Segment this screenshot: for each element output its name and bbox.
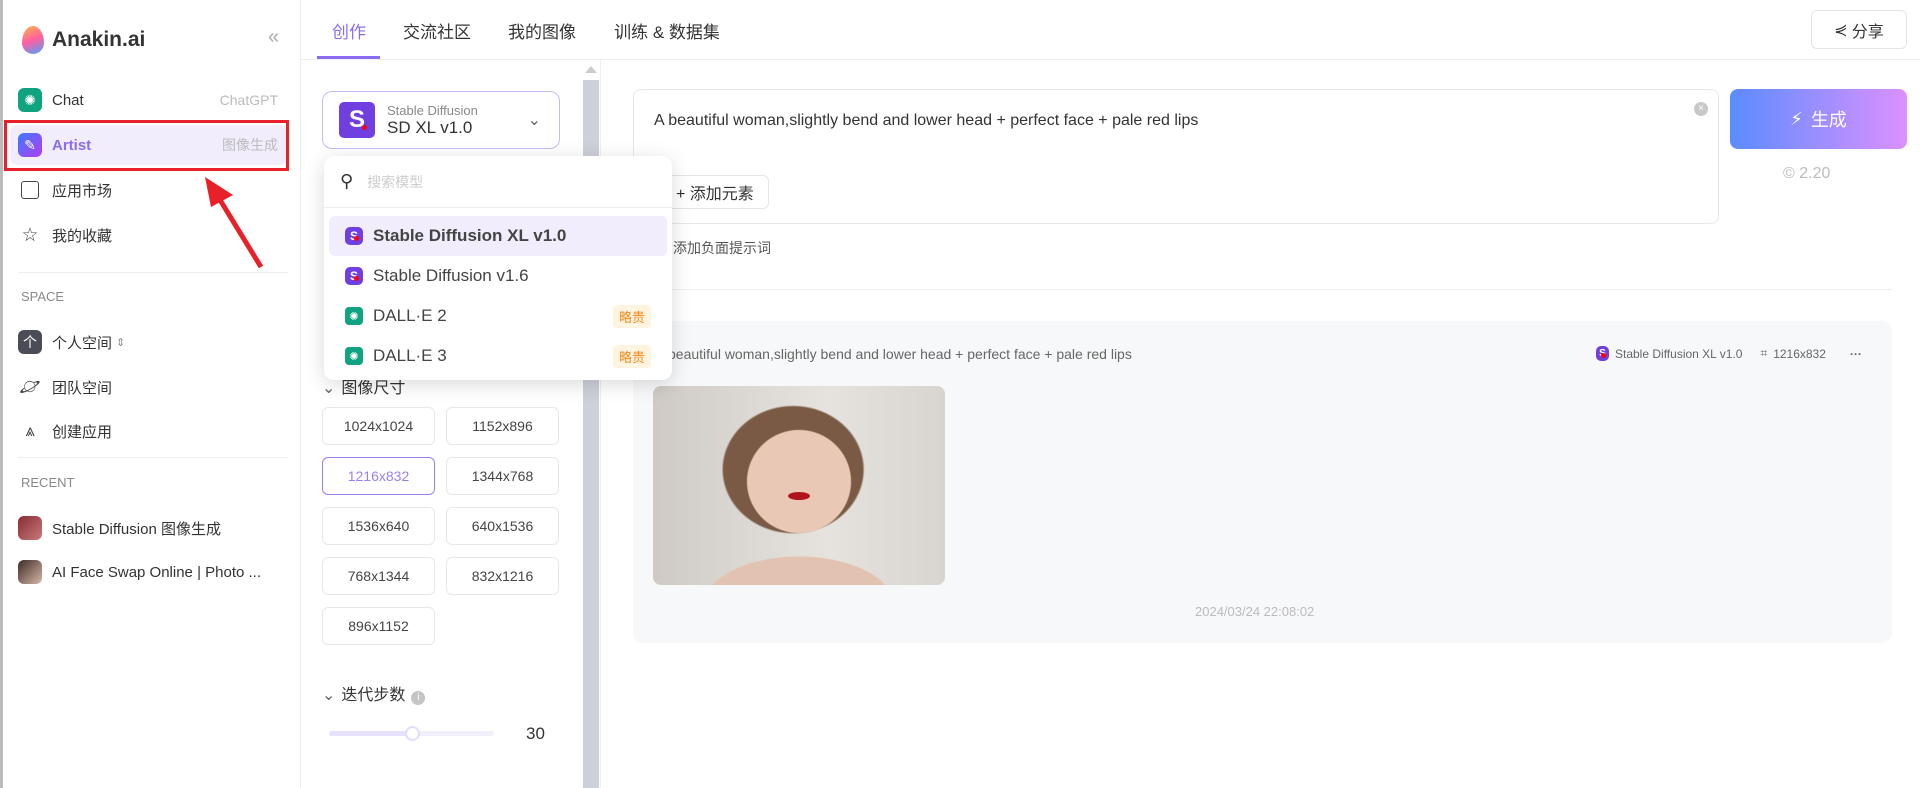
- model-option[interactable]: SStable Diffusion XL v1.0: [329, 216, 667, 256]
- sidebar-item-chat[interactable]: ✺ Chat ChatGPT: [18, 80, 288, 120]
- red-arrow-annotation: [205, 177, 264, 269]
- stable-diffusion-icon: S: [1596, 346, 1609, 361]
- steps-header[interactable]: ⌄ 迭代步数 i: [322, 681, 426, 705]
- sidebar-item-create-app[interactable]: ⩓ 创建应用: [18, 411, 288, 451]
- prompt-input[interactable]: A beautiful woman,slightly bend and lowe…: [633, 89, 1719, 224]
- openai-icon: ✺: [345, 347, 363, 365]
- size-option[interactable]: 768x1344: [322, 557, 435, 595]
- pricey-badge: 略贵: [612, 344, 651, 368]
- add-element-button[interactable]: + 添加元素: [661, 175, 769, 209]
- divider: [633, 289, 1892, 290]
- share-icon: ⋞: [1834, 21, 1848, 39]
- store-icon: [21, 181, 39, 199]
- logo[interactable]: Anakin.ai: [22, 26, 145, 54]
- sidebar-item-team-space[interactable]: 🪐︎ 团队空间: [18, 367, 288, 407]
- sidebar-item-personal-space[interactable]: 个个人空间 ⇕: [18, 322, 288, 362]
- size-option[interactable]: 1536x640: [322, 507, 435, 545]
- pricey-badge: 略贵: [612, 304, 651, 328]
- model-dropdown: ⚲搜索模型 SStable Diffusion XL v1.0 SStable …: [324, 156, 672, 380]
- model-select[interactable]: S Stable Diffusion SD XL v1.0 ⌄: [322, 91, 560, 149]
- size-icon: ⌗: [1760, 346, 1768, 360]
- personal-space-icon: 个: [18, 330, 42, 354]
- steps-value: 30: [526, 724, 545, 743]
- app-thumbnail-icon: [18, 516, 42, 540]
- tab-training[interactable]: 训练 & 数据集: [614, 18, 720, 43]
- divider: [18, 272, 288, 273]
- active-tab-indicator: [317, 56, 380, 59]
- model-option[interactable]: ✺ DALL·E 2 略贵: [329, 296, 667, 336]
- tab-my-images[interactable]: 我的图像: [508, 18, 576, 43]
- search-icon: ⚲: [340, 171, 354, 191]
- info-icon[interactable]: i: [411, 691, 426, 705]
- switch-icon[interactable]: ⇕: [116, 336, 125, 349]
- scroll-up-arrow[interactable]: [585, 66, 597, 73]
- generate-button[interactable]: ⚡︎ 生成: [1730, 89, 1907, 149]
- model-option[interactable]: SStable Diffusion v1.6: [329, 256, 667, 296]
- steps-slider-fill: [329, 731, 412, 736]
- size-option[interactable]: 1024x1024: [322, 407, 435, 445]
- stable-diffusion-icon: S: [345, 227, 363, 245]
- collapse-sidebar-icon[interactable]: «: [268, 26, 279, 49]
- size-grid: 1024x1024 1152x896 1216x832 1344x768 153…: [322, 407, 559, 645]
- tab-create[interactable]: 创作: [332, 18, 366, 43]
- generated-image[interactable]: [653, 386, 945, 585]
- size-option[interactable]: 1152x896: [446, 407, 559, 445]
- recent-item[interactable]: Stable Diffusion 图像生成: [18, 508, 288, 548]
- size-option[interactable]: 1344x768: [446, 457, 559, 495]
- size-option[interactable]: 640x1536: [446, 507, 559, 545]
- size-option[interactable]: 1216x832: [322, 457, 435, 495]
- add-negative-prompt[interactable]: 添加负面提示词: [673, 238, 771, 258]
- generated-image-detail: [788, 492, 810, 500]
- result-prompt: beautiful woman,slightly bend and lower …: [668, 346, 1132, 362]
- size-option[interactable]: 896x1152: [322, 607, 435, 645]
- stable-diffusion-icon: S: [345, 267, 363, 285]
- model-option[interactable]: ✺ DALL·E 3 略贵: [329, 336, 667, 376]
- credit-icon: ©: [1783, 165, 1795, 182]
- planet-icon: 🪐︎: [19, 377, 41, 396]
- compass-icon: ⩓: [25, 421, 35, 440]
- recent-item[interactable]: AI Face Swap Online | Photo ...: [18, 552, 288, 592]
- divider: [18, 457, 288, 458]
- steps-slider-thumb[interactable]: [404, 726, 420, 741]
- app-thumbnail-icon: [18, 560, 42, 584]
- anakin-logo-icon: [22, 26, 44, 54]
- size-option[interactable]: 832x1216: [446, 557, 559, 595]
- model-search-input[interactable]: ⚲ 搜索模型: [324, 156, 672, 208]
- star-icon: ☆: [21, 224, 39, 246]
- result-timestamp: 2024/03/24 22:08:02: [1195, 604, 1315, 619]
- more-options-icon[interactable]: ···: [1850, 347, 1862, 361]
- openai-icon: ✺: [18, 88, 42, 112]
- recent-section-label: RECENT: [21, 475, 75, 490]
- clear-icon[interactable]: ×: [1694, 102, 1708, 116]
- openai-icon: ✺: [345, 307, 363, 325]
- lightning-icon: ⚡︎: [1790, 108, 1803, 129]
- chevron-down-icon: ⌄: [527, 112, 541, 129]
- tab-community[interactable]: 交流社区: [403, 18, 471, 43]
- result-meta: SStable Diffusion XL v1.0 ⌗1216x832 ···: [1596, 346, 1862, 361]
- credit-cost: © 2.20: [1783, 165, 1831, 182]
- space-section-label: SPACE: [21, 289, 65, 304]
- highlight-box: [4, 120, 289, 171]
- share-button[interactable]: ⋞ 分享: [1811, 10, 1907, 49]
- stable-diffusion-icon: S: [339, 102, 375, 138]
